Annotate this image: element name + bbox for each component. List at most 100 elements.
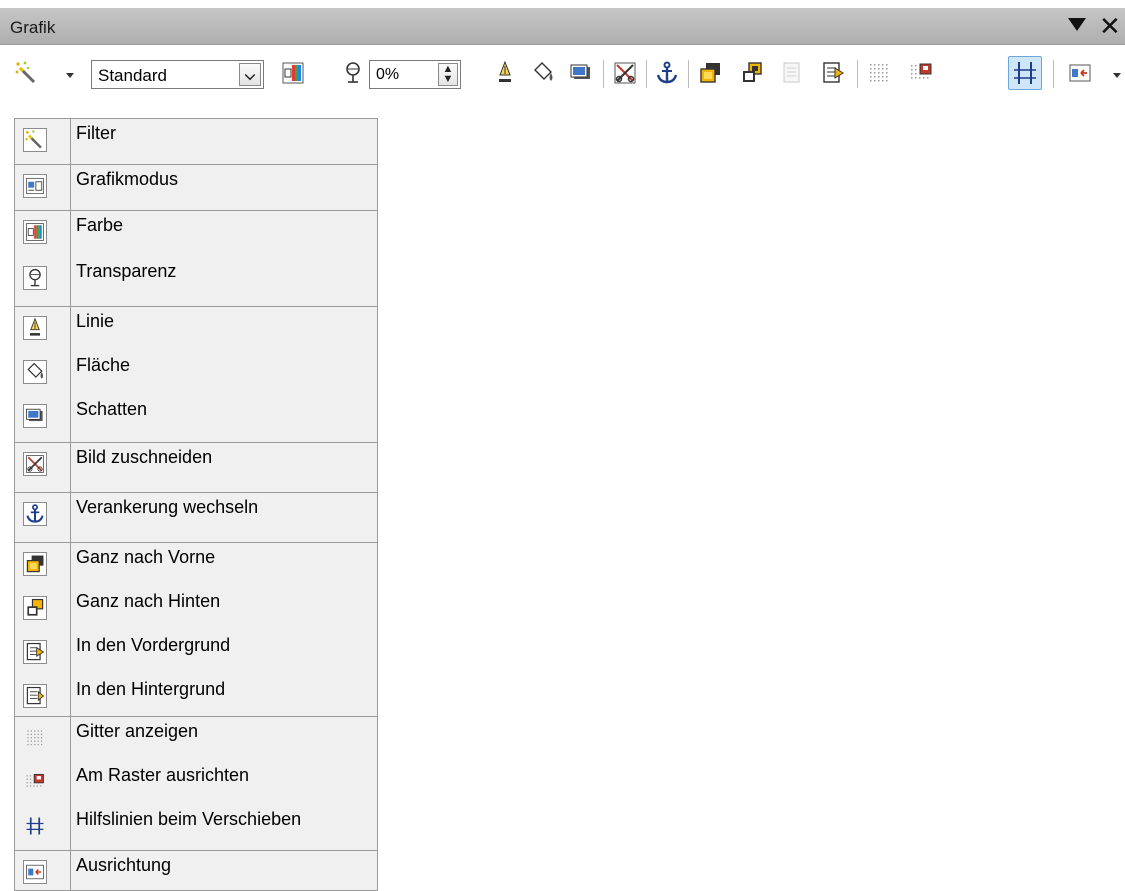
line-icon <box>23 316 47 340</box>
table-row: Grafikmodus <box>14 164 378 211</box>
snap-to-grid-icon[interactable] <box>908 60 934 86</box>
transparency-icon[interactable] <box>340 60 366 86</box>
helplines-icon <box>23 814 47 838</box>
row-label: Hilfslinien beim Verschieben <box>70 804 378 851</box>
area-icon[interactable] <box>530 60 556 86</box>
row-label: Verankerung wechseln <box>70 492 378 543</box>
chevron-down-icon[interactable] <box>239 63 261 86</box>
row-label: Gitter anzeigen <box>70 716 378 761</box>
anchor-icon[interactable] <box>654 60 680 86</box>
row-label: Ausrichtung <box>70 850 378 891</box>
bring-forward-icon <box>23 639 47 664</box>
shadow-icon <box>23 403 47 428</box>
row-label: Transparenz <box>70 256 378 307</box>
window-title: Grafik <box>10 18 56 37</box>
icon-cell <box>14 210 71 257</box>
row-label: Farbe <box>70 210 378 257</box>
row-label: Am Raster ausrichten <box>70 760 378 805</box>
transparency-value: 0% <box>376 66 400 83</box>
toolbar-reference-table: Filter Grafikmodus Farbe Transparenz Linie Fl… <box>14 118 378 891</box>
toolbar-separator <box>646 60 647 88</box>
row-label: Linie <box>70 306 378 351</box>
table-row: Ganz nach Vorne <box>14 542 378 587</box>
graphics-mode-select[interactable]: Standard <box>91 60 264 89</box>
alignment-icon[interactable] <box>1067 60 1093 86</box>
table-row: Gitter anzeigen <box>14 716 378 761</box>
display-grid-icon[interactable] <box>866 60 892 86</box>
crop-icon[interactable] <box>612 60 638 86</box>
row-label: Grafikmodus <box>70 164 378 211</box>
bring-to-front-icon <box>23 552 47 576</box>
row-label: Ganz nach Hinten <box>70 586 378 631</box>
icon-cell <box>14 586 71 631</box>
icon-cell <box>14 306 71 351</box>
line-icon[interactable] <box>492 60 518 86</box>
spin-buttons-icon[interactable]: ▲ ▼ <box>438 63 458 86</box>
row-label: Ganz nach Vorne <box>70 542 378 587</box>
filter-icon[interactable] <box>14 60 40 86</box>
table-row: Transparenz <box>14 256 378 307</box>
graphics-mode-icon <box>23 174 47 198</box>
transparency-icon <box>23 265 47 290</box>
icon-cell <box>14 394 71 443</box>
alignment-icon <box>23 860 47 884</box>
icon-cell <box>14 542 71 587</box>
icon-cell <box>14 164 71 211</box>
send-to-back-icon <box>23 595 47 620</box>
filter-icon <box>23 128 47 152</box>
row-label: Schatten <box>70 394 378 443</box>
graphics-mode-value: Standard <box>98 66 167 85</box>
icon-cell <box>14 716 71 761</box>
row-label: Filter <box>70 118 378 165</box>
table-row: Verankerung wechseln <box>14 492 378 543</box>
title-bar: Grafik ✕ <box>0 8 1125 45</box>
icon-cell <box>14 256 71 307</box>
color-icon <box>23 220 47 244</box>
toolbar-separator <box>1053 60 1054 88</box>
icon-cell <box>14 442 71 493</box>
snap-to-grid-icon <box>23 770 47 794</box>
close-icon[interactable]: ✕ <box>1099 11 1121 41</box>
send-backward-icon <box>23 683 47 708</box>
table-row: Ausrichtung <box>14 850 378 891</box>
alignment-dropdown-icon[interactable] <box>1113 73 1121 78</box>
filter-dropdown-icon[interactable] <box>66 73 74 78</box>
bring-forward-icon[interactable] <box>779 60 805 86</box>
row-label: Fläche <box>70 350 378 395</box>
icon-cell <box>14 350 71 395</box>
table-row: Farbe <box>14 210 378 257</box>
icon-cell <box>14 118 71 165</box>
bring-to-front-icon[interactable] <box>697 60 723 86</box>
row-label: In den Vordergrund <box>70 630 378 675</box>
color-icon[interactable] <box>280 60 306 86</box>
table-row: In den Vordergrund <box>14 630 378 675</box>
table-row: In den Hintergrund <box>14 674 378 717</box>
icon-cell <box>14 492 71 543</box>
table-row: Am Raster ausrichten <box>14 760 378 805</box>
table-row: Ganz nach Hinten <box>14 586 378 631</box>
send-backward-icon[interactable] <box>820 60 846 86</box>
crop-icon <box>23 452 47 476</box>
anchor-icon <box>23 502 47 526</box>
table-row: Linie <box>14 306 378 351</box>
table-row: Schatten <box>14 394 378 443</box>
helplines-icon[interactable] <box>1008 56 1042 90</box>
table-row: Filter <box>14 118 378 165</box>
shadow-icon[interactable] <box>568 60 594 86</box>
icon-cell <box>14 850 71 891</box>
row-label: Bild zuschneiden <box>70 442 378 493</box>
table-row: Fläche <box>14 350 378 395</box>
icon-cell <box>14 760 71 805</box>
toolbar-menu-icon[interactable] <box>1068 18 1086 31</box>
row-label: In den Hintergrund <box>70 674 378 717</box>
icon-cell <box>14 804 71 851</box>
send-to-back-icon[interactable] <box>739 60 765 86</box>
table-row: Hilfslinien beim Verschieben <box>14 804 378 851</box>
graphics-toolbar: Standard 0% ▲ ▼ <box>0 45 1125 105</box>
toolbar-separator <box>857 60 858 88</box>
area-icon <box>23 359 47 384</box>
display-grid-icon <box>23 726 47 750</box>
toolbar-separator <box>603 60 604 88</box>
icon-cell <box>14 630 71 675</box>
transparency-field[interactable]: 0% ▲ ▼ <box>369 60 461 89</box>
